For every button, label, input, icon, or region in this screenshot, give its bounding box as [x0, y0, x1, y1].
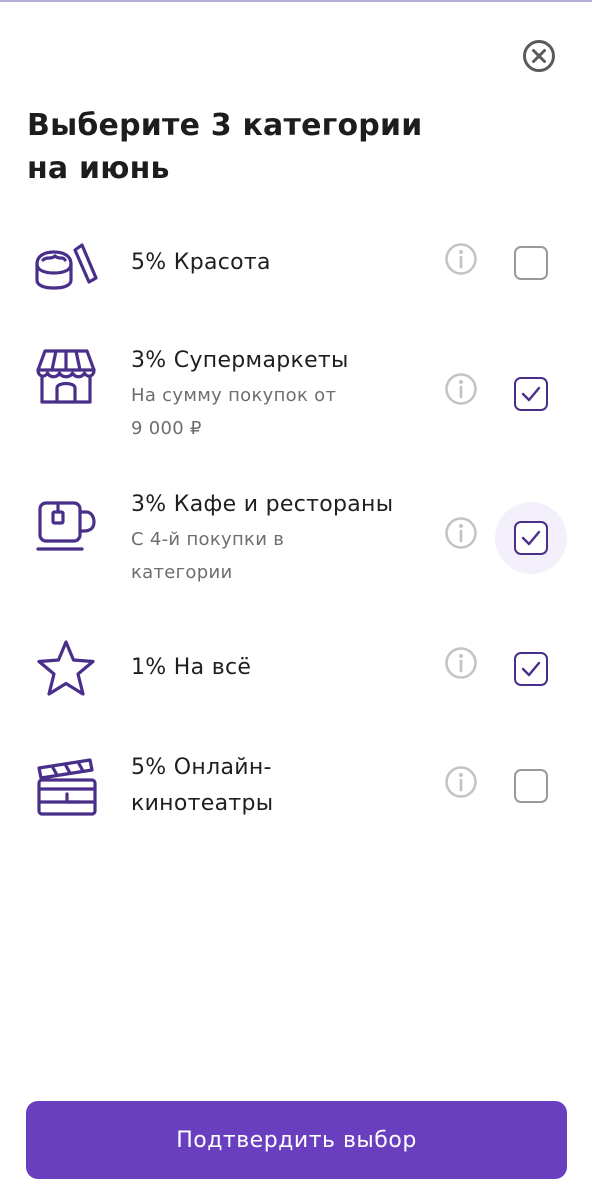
- checkbox-everything[interactable]: [500, 638, 562, 700]
- info-icon: [445, 373, 477, 405]
- close-icon: [523, 40, 555, 72]
- category-title: 3% Кафе и рестораны: [131, 492, 394, 517]
- checkbox-online-cinemas[interactable]: [500, 755, 562, 817]
- info-icon: [445, 647, 477, 679]
- checkmark-icon: [521, 386, 541, 402]
- checkbox-box: [514, 769, 548, 803]
- confirm-selection-button[interactable]: Подтвердить выбор: [26, 1101, 567, 1179]
- info-button[interactable]: [444, 646, 478, 680]
- clapperboard-icon: [34, 754, 98, 818]
- checkbox-supermarkets[interactable]: [500, 363, 562, 425]
- checkbox-cafes[interactable]: [495, 502, 567, 574]
- category-title: 3% Супермаркеты: [131, 348, 349, 373]
- checkbox-box: [514, 377, 548, 411]
- checkmark-icon: [521, 530, 541, 546]
- info-icon: [445, 517, 477, 549]
- category-subtitle: категории: [131, 562, 233, 583]
- info-button[interactable]: [444, 242, 478, 276]
- info-button[interactable]: [444, 372, 478, 406]
- top-divider: [0, 0, 592, 2]
- checkbox-beauty[interactable]: [500, 232, 562, 294]
- cream-jar-icon: [34, 232, 98, 296]
- page-title: Выберите 3 категории на июнь: [27, 108, 423, 186]
- tea-cup-icon: [34, 493, 98, 557]
- star-icon: [34, 637, 98, 701]
- category-title: 5% Красота: [131, 250, 271, 275]
- close-button[interactable]: [519, 36, 559, 76]
- checkbox-box: [514, 652, 548, 686]
- category-title: 1% На всё: [131, 655, 252, 680]
- category-title: кинотеатры: [131, 791, 274, 816]
- info-icon: [445, 243, 477, 275]
- info-icon: [445, 766, 477, 798]
- checkmark-icon: [521, 661, 541, 677]
- info-button[interactable]: [444, 516, 478, 550]
- info-button[interactable]: [444, 765, 478, 799]
- category-subtitle: На сумму покупок от: [131, 385, 337, 406]
- category-subtitle: 9 000 ₽: [131, 418, 202, 439]
- category-title: 5% Онлайн-: [131, 755, 272, 780]
- category-subtitle: С 4-й покупки в: [131, 529, 285, 550]
- store-icon: [34, 345, 98, 409]
- checkbox-box: [514, 246, 548, 280]
- checkbox-box: [514, 521, 548, 555]
